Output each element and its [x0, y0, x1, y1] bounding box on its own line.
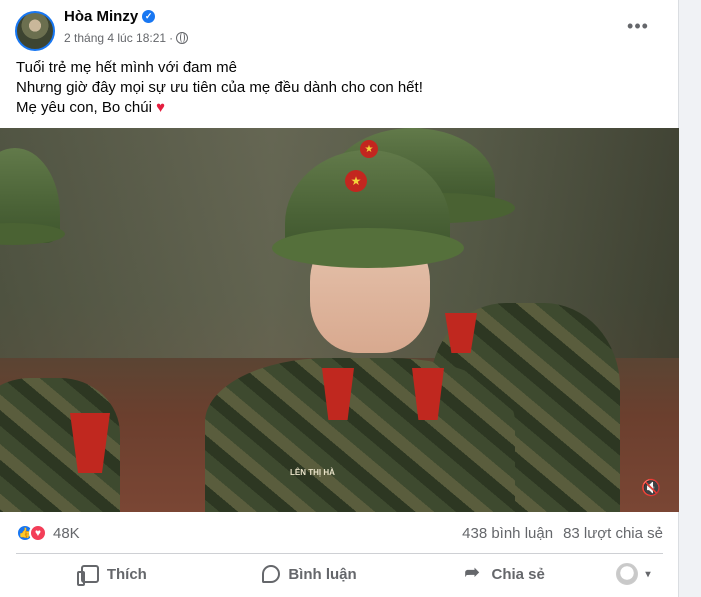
share-label: Chia sẻ — [491, 565, 545, 583]
soldier-main-brim — [272, 228, 464, 268]
share-arrow-icon — [465, 562, 484, 583]
caption-line: Nhưng giờ đây mọi sự ưu tiên của mẹ đều … — [16, 79, 423, 96]
post-video[interactable]: ★ ★ LÊN THỊ HÀ 🔇 — [0, 128, 679, 512]
mute-icon[interactable]: 🔇 — [640, 478, 662, 498]
love-reaction-icon[interactable]: ♥ — [29, 524, 47, 542]
globe-icon[interactable] — [176, 32, 189, 44]
reaction-count[interactable]: 48K — [53, 525, 80, 542]
comment-bubble-icon — [262, 565, 281, 583]
like-button[interactable]: Thích — [16, 558, 212, 590]
helmet-star-icon: ★ — [360, 140, 378, 158]
author-name-row: Hòa Minzy ✓ — [64, 8, 156, 25]
chevron-down-icon: ▾ — [645, 568, 651, 580]
post-stats: 👍 ♥ 48K 438 bình luận 83 lượt chia sẻ — [16, 520, 663, 546]
soldier-main-body — [205, 358, 515, 512]
post-header: Hòa Minzy ✓ 2 tháng 4 lúc 18:21 · ••• — [0, 0, 679, 52]
caption-line: Mẹ yêu con, Bo chúi ♥ — [16, 98, 656, 118]
actions-divider — [16, 553, 663, 554]
comment-count[interactable]: 438 bình luận — [462, 525, 553, 542]
helmet-star-icon: ★ — [345, 170, 367, 192]
post-caption: Tuổi trẻ mẹ hết mình với đam mê Nhưng gi… — [16, 58, 656, 118]
post-timestamp[interactable]: 2 tháng 4 lúc 18:21 — [64, 31, 166, 45]
post-meta: 2 tháng 4 lúc 18:21 · — [64, 31, 189, 45]
author-avatar[interactable] — [15, 11, 55, 51]
comment-label: Bình luận — [288, 565, 357, 583]
like-label: Thích — [106, 565, 147, 583]
more-options-button[interactable]: ••• — [620, 12, 656, 40]
author-name[interactable]: Hòa Minzy — [64, 8, 138, 25]
caption-text: Mẹ yêu con, Bo chúi — [16, 99, 152, 116]
page-scroll-area[interactable] — [679, 0, 701, 597]
share-button[interactable]: Chia sẻ — [407, 558, 603, 590]
meta-separator: · — [169, 31, 174, 45]
profile-avatar-icon — [615, 563, 638, 585]
post-card: Hòa Minzy ✓ 2 tháng 4 lúc 18:21 · ••• Tu… — [0, 0, 679, 597]
comment-button[interactable]: Bình luận — [212, 558, 408, 590]
post-actions: Thích Bình luận Chia sẻ ▾ — [16, 558, 663, 590]
thumbs-up-icon — [76, 565, 99, 586]
engagement-counts: 438 bình luận 83 lượt chia sẻ — [462, 525, 663, 542]
name-tag: LÊN THỊ HÀ — [290, 468, 335, 477]
profile-picker-button[interactable]: ▾ — [603, 558, 663, 590]
heart-emoji-icon: ♥ — [156, 99, 165, 116]
verified-badge-icon: ✓ — [142, 10, 156, 23]
caption-line: Tuổi trẻ mẹ hết mình với đam mê — [16, 59, 238, 76]
share-count[interactable]: 83 lượt chia sẻ — [563, 525, 663, 542]
